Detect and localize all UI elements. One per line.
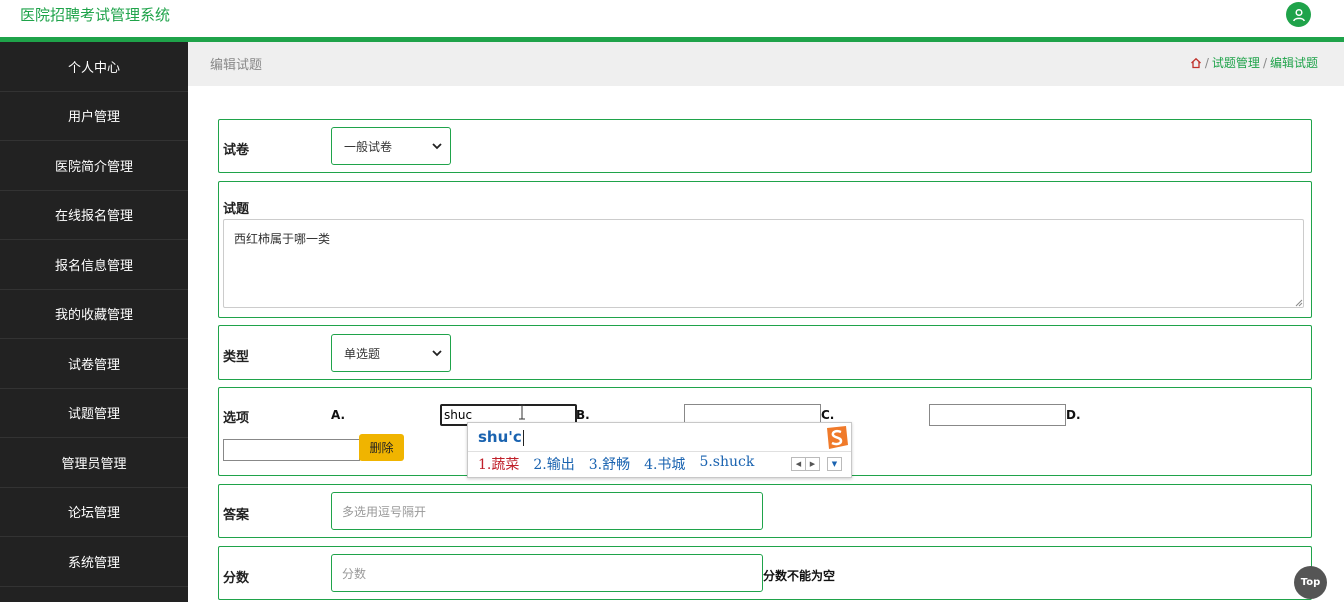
delete-option-button[interactable]: 删除: [359, 434, 404, 461]
score-error-message: 分数不能为空: [763, 569, 836, 583]
sidebar-item-label: 个人中心: [67, 60, 120, 76]
page-title: 编辑试题: [210, 58, 263, 73]
paper-select-value: 一般试卷: [344, 139, 393, 154]
ime-pinyin: shu'c: [478, 428, 524, 446]
ime-caret: [522, 429, 524, 446]
breadcrumb-separator: /: [1262, 55, 1267, 70]
answer-label: 答案: [223, 508, 250, 523]
ime-candidate[interactable]: 5.shuck: [699, 454, 754, 474]
sidebar-item-admins[interactable]: 管理员管理: [0, 438, 188, 488]
option-d-input[interactable]: [223, 439, 360, 461]
sidebar-item-hospital-intro[interactable]: 医院简介管理: [0, 141, 188, 191]
sidebar: 个人中心 用户管理 医院简介管理 在线报名管理 报名信息管理 我的收藏管理 试卷…: [0, 42, 188, 602]
sidebar-item-label: 报名信息管理: [54, 258, 133, 274]
sidebar-item-favorites[interactable]: 我的收藏管理: [0, 290, 188, 339]
breadcrumb-item-edit-question: 编辑试题: [1269, 56, 1318, 70]
sidebar-item-users[interactable]: 用户管理: [0, 92, 188, 141]
ime-candidates: 1.蔬菜 2.输出 3.舒畅 4.书城 5.shuck: [478, 454, 754, 474]
type-select[interactable]: 单选题: [331, 334, 451, 372]
question-textarea[interactable]: 西红柿属于哪一类: [223, 219, 1304, 308]
breadcrumb-item-question-management[interactable]: 试题管理: [1212, 54, 1260, 71]
text-cursor-icon: [519, 404, 525, 420]
score-input[interactable]: 分数: [331, 554, 763, 592]
sidebar-item-label: 在线报名管理: [54, 209, 133, 225]
sidebar-item-personal-center[interactable]: 个人中心: [0, 42, 188, 92]
answer-input[interactable]: 多选用逗号隔开: [331, 492, 763, 530]
sidebar-item-label: 论坛管理: [67, 506, 120, 522]
app-title: 医院招聘考试管理系统: [20, 6, 171, 24]
paper-label: 试卷: [223, 143, 250, 158]
type-row: 类型 单选题: [218, 325, 1312, 380]
answer-row: 答案 多选用逗号隔开: [218, 484, 1312, 538]
ime-divider: [468, 451, 851, 452]
sidebar-item-label: 系统管理: [67, 555, 120, 571]
sidebar-item-registration-info[interactable]: 报名信息管理: [0, 240, 188, 290]
ime-next-page-icon[interactable]: ▶: [805, 458, 819, 470]
ime-candidate-window: shu'c 1.蔬菜 2.输出 3.舒畅 4.书城 5.shuck ◀ ▶ ▼: [467, 422, 852, 478]
sidebar-item-system[interactable]: 系统管理: [0, 537, 188, 587]
score-row: 分数 分数 分数不能为空: [218, 546, 1312, 600]
option-c-input[interactable]: [929, 404, 1066, 426]
question-row: 试题 西红柿属于哪一类: [218, 181, 1312, 318]
ime-candidate[interactable]: 1.蔬菜: [478, 454, 519, 474]
ime-candidate[interactable]: 3.舒畅: [589, 454, 630, 474]
option-c-label: C.: [821, 408, 835, 422]
options-label: 选项: [223, 411, 250, 426]
sidebar-item-questions[interactable]: 试题管理: [0, 389, 188, 438]
sidebar-item-online-registration[interactable]: 在线报名管理: [0, 191, 188, 240]
sidebar-item-label: 医院简介管理: [54, 159, 133, 175]
breadcrumb: / 试题管理 / 编辑试题: [1190, 54, 1318, 71]
option-d-label: D.: [1066, 408, 1081, 422]
ime-prev-page-icon[interactable]: ◀: [792, 458, 805, 470]
back-to-top-button[interactable]: Top: [1294, 566, 1327, 599]
breadcrumb-separator: /: [1204, 55, 1209, 70]
option-b-label: B.: [576, 408, 590, 422]
sidebar-item-label: 试题管理: [67, 407, 120, 423]
resize-handle-icon[interactable]: [1295, 299, 1303, 307]
home-icon[interactable]: [1190, 57, 1202, 69]
type-label: 类型: [223, 350, 250, 365]
sidebar-item-forum[interactable]: 论坛管理: [0, 488, 188, 537]
sidebar-item-label: 试卷管理: [67, 357, 120, 373]
breadcrumb-bar: 编辑试题 / 试题管理 / 编辑试题: [188, 42, 1344, 86]
sidebar-item-label: 我的收藏管理: [54, 308, 133, 324]
ime-pinyin-text: shu'c: [478, 428, 522, 446]
type-select-value: 单选题: [344, 346, 381, 361]
user-avatar-button[interactable]: [1286, 2, 1311, 27]
ime-candidate[interactable]: 4.书城: [644, 454, 685, 474]
sidebar-item-papers[interactable]: 试卷管理: [0, 339, 188, 389]
sogou-logo-icon: [827, 426, 848, 449]
paper-select[interactable]: 一般试卷: [331, 127, 451, 165]
ime-candidate[interactable]: 2.输出: [533, 454, 574, 474]
top-header: 医院招聘考试管理系统: [0, 0, 1344, 37]
sidebar-item-label: 用户管理: [67, 110, 120, 126]
user-icon: [1292, 8, 1305, 21]
option-a-label: A.: [331, 408, 346, 422]
question-label: 试题: [223, 202, 250, 217]
sidebar-item-label: 管理员管理: [61, 456, 127, 472]
ime-page-arrows: ◀ ▶: [791, 457, 820, 471]
score-label: 分数: [223, 571, 250, 586]
paper-row: 试卷 一般试卷: [218, 119, 1312, 173]
chevron-down-icon: [432, 143, 442, 150]
ime-expand-icon[interactable]: ▼: [827, 457, 842, 471]
chevron-down-icon: [432, 350, 442, 357]
